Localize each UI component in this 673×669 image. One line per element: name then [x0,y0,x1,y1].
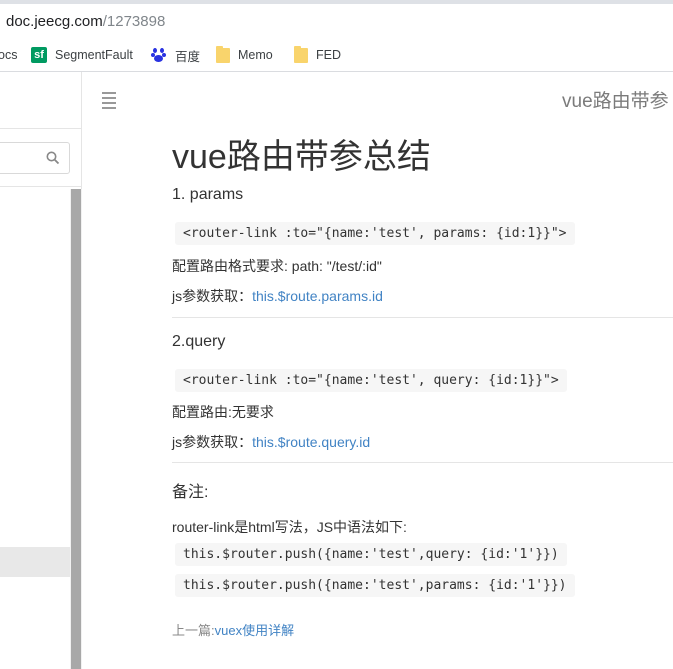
bookmark-label: Memo [238,48,273,62]
prev-article-link[interactable]: vuex使用详解 [215,623,294,638]
sidebar-header [0,72,82,129]
baidu-icon [151,47,167,63]
section-heading-params: 1. params [172,186,244,203]
bookmark-baidu[interactable]: 百度 [151,46,200,64]
bookmark-docs[interactable]: ocs [0,46,17,64]
code-block: this.$router.push({name:'test',query: {i… [175,543,567,566]
main-content: vue路由带参 vue路由带参总结 1. params <router-link… [83,72,673,669]
bookmark-label: SegmentFault [55,48,133,62]
folder-icon [294,45,308,63]
bookmark-label: FED [316,48,341,62]
bookmarks-bar: ocs sf SegmentFault 百度 Memo FED [0,38,673,72]
bookmark-fed[interactable]: FED [294,45,341,64]
address-bar[interactable]: doc.jeecg.com/1273898 [0,0,673,38]
route-rule-text: 配置路由:无要求 [172,404,274,420]
segmentfault-icon: sf [31,47,47,63]
bookmark-label: ocs [0,48,18,62]
params-link[interactable]: this.$route.params.id [252,288,383,304]
header-title: vue路由带参 [562,91,669,112]
sidebar-active-item[interactable] [0,547,70,577]
section-heading-query: 2.query [172,333,226,350]
sidebar-divider [0,186,82,187]
url-host: doc.jeecg.com [6,13,103,30]
query-link[interactable]: this.$route.query.id [252,434,370,450]
sidebar [0,72,82,669]
page-title: vue路由带参总结 [172,138,431,176]
search-icon[interactable] [46,151,60,165]
folder-icon [216,45,230,63]
bookmark-segmentfault[interactable]: sf SegmentFault [31,46,133,64]
code-block: <router-link :to="{name:'test', params: … [175,222,575,245]
scrollbar-thumb[interactable] [71,189,81,669]
note-text: router-link是html写法，JS中语法如下: [172,519,407,535]
note-heading: 备注: [172,484,209,501]
code-block: this.$router.push({name:'test',params: {… [175,574,575,597]
code-block: <router-link :to="{name:'test', query: {… [175,369,567,392]
menu-icon[interactable] [102,92,116,112]
url-path: /1273898 [102,13,166,30]
param-get-text: js参数获取：this.$route.params.id [172,288,383,304]
bookmark-memo[interactable]: Memo [216,45,273,64]
search-input[interactable] [0,142,70,174]
param-get-text: js参数获取：this.$route.query.id [172,434,371,450]
sidebar-scrollbar[interactable] [70,189,82,669]
divider [172,317,673,318]
prev-article: 上一篇:vuex使用详解 [172,623,295,638]
route-rule-text: 配置路由格式要求: path: "/test/:id" [172,258,382,274]
bookmark-label: 百度 [175,49,201,64]
url-text[interactable]: doc.jeecg.com/1273898 [6,13,165,30]
divider [172,462,673,463]
